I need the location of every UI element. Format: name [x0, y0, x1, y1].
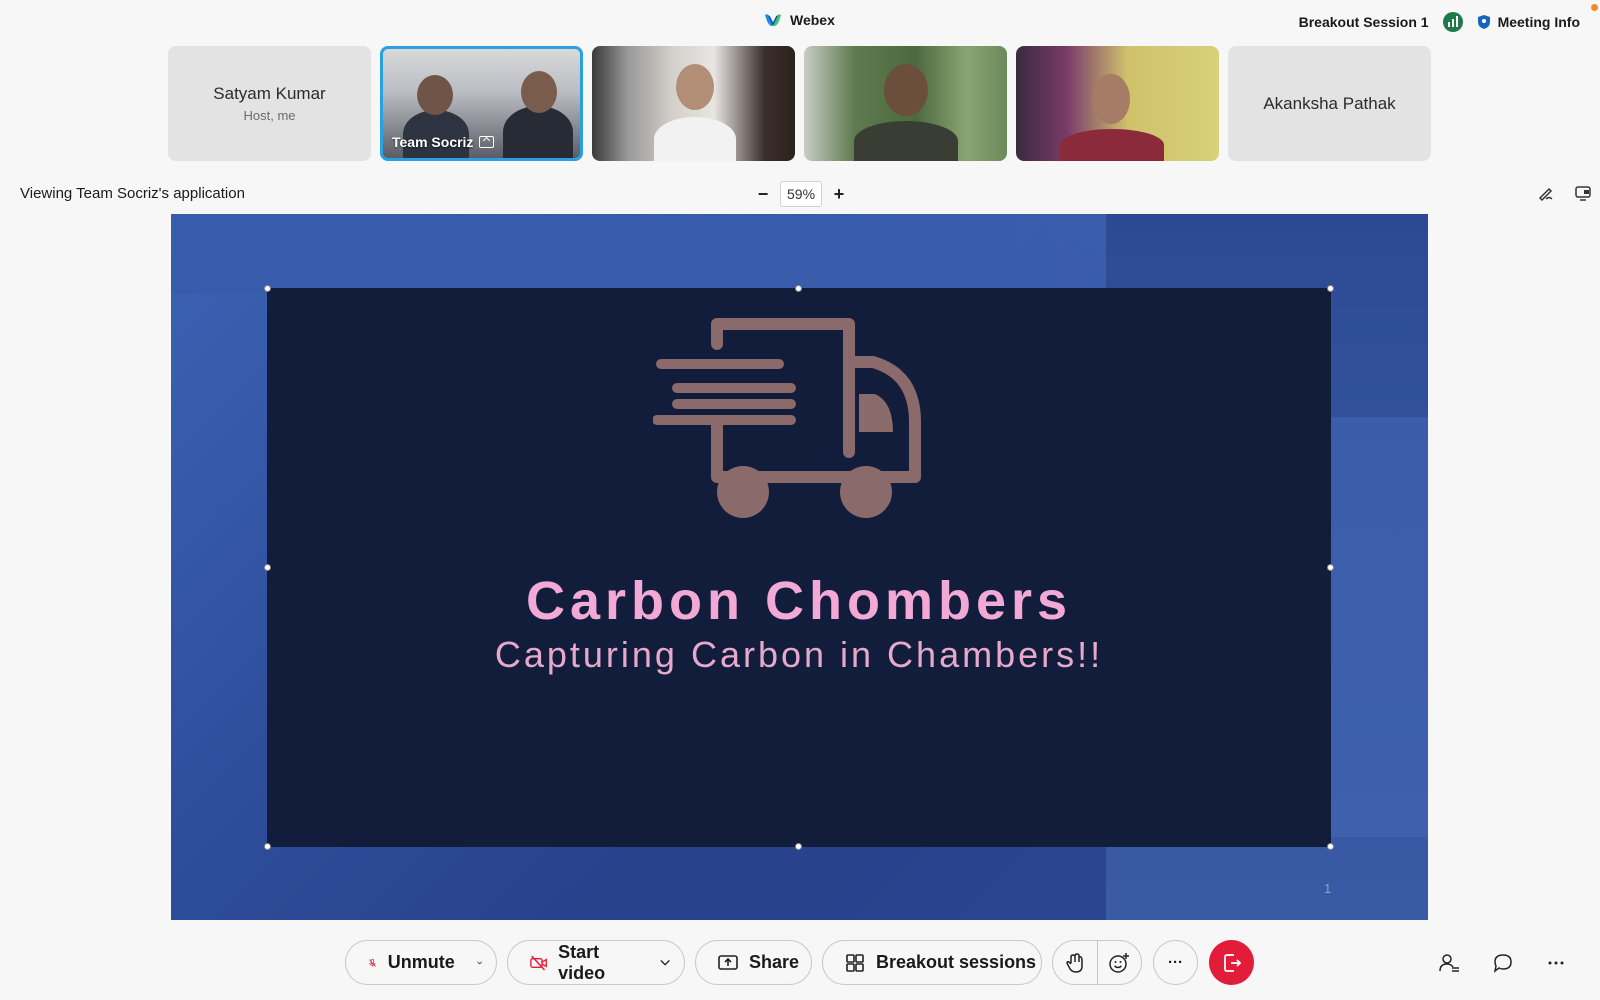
unmute-label: Unmute [387, 952, 455, 972]
grid-icon [846, 953, 864, 972]
popout-window-icon[interactable] [1574, 184, 1592, 202]
annotate-icon[interactable] [1537, 184, 1555, 202]
share-screen-icon [718, 954, 738, 970]
hand-icon [1065, 952, 1083, 973]
meeting-info-button[interactable]: Meeting Info [1477, 14, 1580, 30]
network-signal-icon[interactable] [1442, 12, 1463, 32]
microphone-muted-icon [369, 958, 376, 967]
participant-tile[interactable]: Akanksha Pathak [1228, 46, 1431, 161]
emoji-add-icon [1109, 952, 1130, 973]
participant-video-tile[interactable] [1016, 46, 1219, 161]
resize-handle[interactable] [264, 285, 271, 292]
unmute-button[interactable]: Unmute [345, 940, 497, 985]
meeting-info-label: Meeting Info [1497, 14, 1580, 30]
start-video-button[interactable]: Start video [507, 940, 685, 985]
participant-strip: Satyam Kumar Host, me Team Socriz Akanks… [168, 46, 1431, 161]
resize-handle[interactable] [795, 843, 802, 850]
video-off-icon [530, 955, 547, 970]
participant-name: Team Socriz [392, 134, 474, 150]
chevron-down-icon[interactable] [660, 959, 670, 967]
leave-icon [1223, 953, 1241, 972]
slide-subtitle: Capturing Carbon in Chambers!! [494, 634, 1104, 675]
participant-video-tile[interactable] [592, 46, 795, 161]
resize-handle[interactable] [264, 564, 271, 571]
background-shape [1331, 417, 1428, 837]
shared-screen[interactable]: Carbon Chombers Capturing Carbon in Cham… [171, 214, 1428, 920]
participant-label: Team Socriz [392, 134, 495, 150]
participant-tile-active[interactable]: Team Socriz [380, 46, 583, 161]
video-person [884, 64, 928, 116]
video-person [654, 117, 736, 161]
participant-tile[interactable]: Satyam Kumar Host, me [168, 46, 371, 161]
share-button[interactable]: Share [695, 940, 812, 985]
participant-video-tile[interactable] [804, 46, 1007, 161]
participant-role: Host, me [243, 108, 296, 123]
slide-title: Carbon Chombers [525, 571, 1073, 631]
reactions-button[interactable] [1097, 952, 1141, 974]
slide-image: Carbon Chombers Capturing Carbon in Cham… [264, 285, 1334, 850]
reactions-group [1052, 940, 1142, 985]
webex-logo-icon [765, 14, 781, 26]
video-person [503, 106, 573, 158]
more-options-button[interactable]: ··· [1153, 940, 1198, 985]
breakout-sessions-button[interactable]: Breakout sessions [822, 940, 1042, 985]
app-title: Webex [763, 12, 835, 28]
zoom-value[interactable]: 59% [780, 181, 823, 207]
share-label: Share [749, 952, 800, 972]
zoom-in-button[interactable]: + [828, 183, 850, 205]
app-title-text: Webex [790, 12, 835, 28]
video-person [854, 121, 958, 161]
resize-handle[interactable] [1327, 564, 1334, 571]
breakout-sessions-label: Breakout sessions [876, 952, 1037, 972]
meeting-toolbar: Unmute Start video Share Breakout sessio… [0, 938, 1600, 986]
header-right: Breakout Session 1 Meeting Info [1299, 12, 1580, 32]
video-person [676, 64, 714, 110]
chevron-down-icon[interactable] [476, 959, 482, 967]
video-person [417, 75, 453, 115]
resize-handle[interactable] [264, 843, 271, 850]
resize-handle[interactable] [1327, 843, 1334, 850]
viewing-label: Viewing Team Socriz's application [20, 185, 245, 202]
raise-hand-button[interactable] [1053, 952, 1097, 974]
title-bar: Webex Breakout Session 1 Meeting Info [0, 0, 1600, 44]
notification-dot [1591, 4, 1598, 11]
participants-icon[interactable] [1438, 952, 1460, 974]
breakout-session-label[interactable]: Breakout Session 1 [1299, 14, 1429, 30]
more-horizontal-icon[interactable] [1545, 952, 1567, 974]
participant-name: Akanksha Pathak [1263, 93, 1396, 113]
start-video-label: Start video [558, 941, 606, 983]
chat-icon[interactable] [1492, 952, 1514, 974]
truck-logo-icon [653, 318, 921, 518]
zoom-control: − 59% + [752, 181, 850, 207]
sharing-icon [479, 136, 495, 148]
background-shape [171, 214, 1106, 294]
video-person [521, 71, 557, 113]
leave-meeting-button[interactable] [1209, 940, 1254, 985]
participant-name: Satyam Kumar [213, 84, 326, 103]
slide-page-number: 1 [1324, 881, 1332, 896]
resize-handle[interactable] [795, 285, 802, 292]
video-person [1092, 74, 1130, 124]
shield-icon [1477, 15, 1490, 29]
zoom-out-button[interactable]: − [752, 183, 774, 205]
video-person [1060, 129, 1164, 161]
resize-handle[interactable] [1327, 285, 1334, 292]
